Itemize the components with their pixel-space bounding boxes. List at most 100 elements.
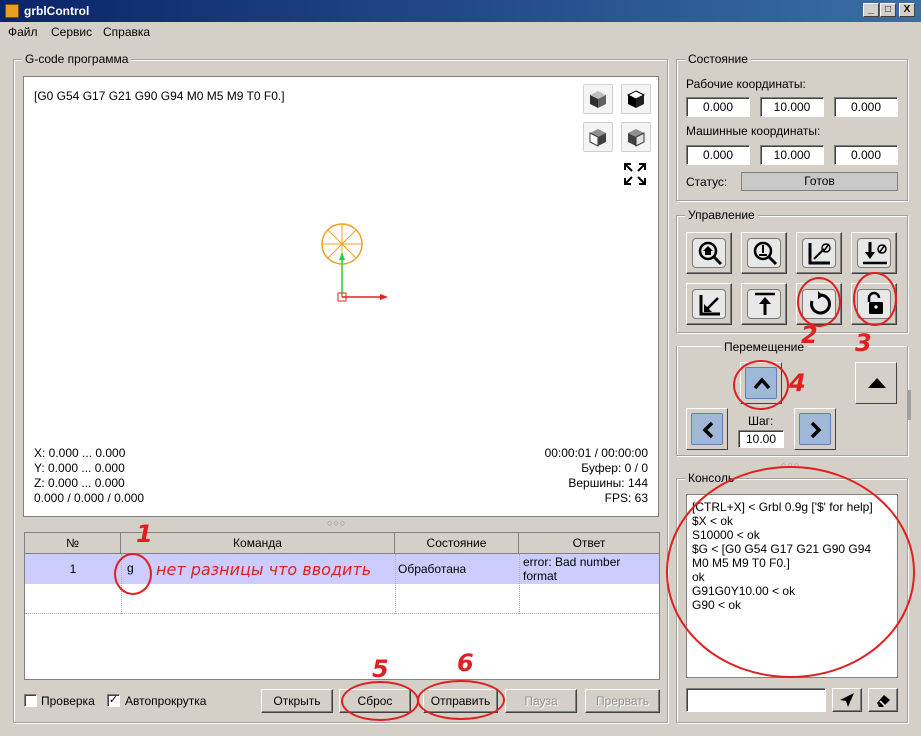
zero-xy-icon [808, 243, 831, 265]
abort-button[interactable]: Прервать [585, 689, 660, 713]
state-group-title: Состояние [685, 52, 751, 66]
console-line: [CTRL+X] < Grbl 0.9g ['$' for help] [692, 500, 873, 514]
unlock-button[interactable] [851, 283, 897, 325]
col-divider [519, 554, 520, 614]
row-state: Обработана [398, 562, 467, 576]
eraser-icon [877, 695, 890, 707]
row-num: 1 [69, 562, 77, 576]
fps-readout: FPS: 63 [604, 491, 648, 505]
work-y-field: 10.000 [760, 97, 824, 117]
col-header-answer[interactable]: Ответ [519, 533, 659, 554]
col-header-num[interactable]: № [25, 533, 121, 554]
col-header-state[interactable]: Состояние [395, 533, 519, 554]
annotation-text: нет разницы что вводить [156, 560, 372, 579]
splitter-handle-right[interactable]: ○○○ [781, 460, 800, 470]
coord-z-range: Z: 0.000 ... 0.000 [34, 476, 125, 490]
zprobe-magnifier-icon [753, 241, 778, 266]
app-icon [5, 4, 19, 18]
row-command: g [127, 561, 134, 575]
coord-y-range: Y: 0.000 ... 0.000 [34, 461, 125, 475]
col-divider [121, 554, 122, 614]
machine-y-field: 10.000 [760, 145, 824, 165]
tool-axes-drawing [321, 223, 388, 302]
row-answer: error: Bad number format [523, 555, 621, 583]
menu-file[interactable]: Файл [8, 25, 38, 39]
coord-size: 0.000 / 0.000 / 0.000 [34, 491, 145, 505]
col-divider [395, 554, 396, 614]
annotation-num-6: 6 [457, 649, 474, 677]
annotation-num-5: 5 [372, 655, 389, 683]
console-line: G90 < ok [692, 598, 742, 612]
gcode-table: № Команда Состояние Ответ 1 g Обработана… [24, 532, 660, 680]
chevron-right-icon [810, 421, 822, 439]
jog-x-plus-button[interactable] [794, 408, 836, 450]
autoscroll-checkbox[interactable]: ✓ [107, 694, 120, 707]
command-input[interactable] [686, 688, 826, 712]
minimize-button[interactable]: _ [863, 3, 879, 17]
maximize-button[interactable]: □ [880, 3, 896, 17]
check-mode-checkbox[interactable] [24, 694, 37, 707]
machine-z-field: 0.000 [834, 145, 898, 165]
home-button[interactable] [686, 232, 732, 274]
chevron-left-icon [702, 421, 714, 439]
triangle-up-icon [868, 378, 886, 388]
check-mode-label: Проверка [41, 694, 95, 708]
pause-button[interactable]: Пауза [505, 689, 577, 713]
machine-x-field: 0.000 [686, 145, 750, 165]
annotation-num-2: 2 [801, 321, 818, 349]
menu-help[interactable]: Справка [103, 25, 150, 39]
work-x-field: 0.000 [686, 97, 750, 117]
work-z-field: 0.000 [834, 97, 898, 117]
jog-y-plus-button[interactable] [740, 362, 782, 404]
console-output[interactable]: [CTRL+X] < Grbl 0.9g ['$' for help] $X <… [686, 494, 898, 678]
view-left-button[interactable] [621, 122, 651, 152]
console-line: G91G0Y10.00 < ok [692, 584, 796, 598]
row-divider [25, 613, 659, 614]
return-xy-button[interactable] [686, 283, 732, 325]
clear-console-button[interactable] [868, 688, 898, 712]
splitter-handle[interactable]: ○○○ [327, 518, 346, 528]
open-button[interactable]: Открыть [261, 689, 333, 713]
view-iso-button[interactable] [583, 84, 613, 114]
step-field[interactable]: 10.00 [738, 430, 784, 448]
zero-z-button[interactable] [851, 232, 897, 274]
status-label: Статус: [686, 175, 728, 189]
col-header-command[interactable]: Команда [121, 533, 395, 554]
unlock-icon [867, 291, 883, 314]
gcode-viewport[interactable]: [G0 G54 G17 G21 G90 G94 M0 M5 M9 T0 F0.]… [23, 76, 659, 517]
send-button[interactable]: Отправить [423, 689, 498, 713]
restore-button[interactable] [796, 283, 842, 325]
console-line: $G < [G0 G54 G17 G21 G90 G94 [692, 542, 872, 556]
view-front-button[interactable] [583, 122, 613, 152]
work-coords-label: Рабочие координаты: [686, 77, 806, 91]
console-line: S10000 < ok [692, 528, 760, 542]
reset-button[interactable]: Сброс [339, 689, 411, 713]
vertices-readout: Вершины: 144 [568, 476, 648, 490]
machine-coords-label: Машинные координаты: [686, 124, 821, 138]
fit-view-button[interactable] [621, 160, 651, 190]
view-top-button[interactable] [621, 84, 651, 114]
zero-xy-button[interactable] [796, 232, 842, 274]
gcode-group-title: G-code программа [22, 52, 132, 66]
jog-scrollbar[interactable] [908, 390, 911, 420]
home-magnifier-icon [698, 241, 723, 266]
safe-z-button[interactable] [741, 283, 787, 325]
jog-z-plus-button[interactable] [855, 362, 897, 404]
menu-service[interactable]: Сервис [51, 25, 92, 39]
send-command-button[interactable] [832, 688, 862, 712]
cube-left-icon [628, 129, 645, 147]
buffer-readout: Буфер: 0 / 0 [581, 461, 648, 475]
chevron-up-icon [753, 377, 771, 390]
z-probe-button[interactable] [741, 232, 787, 274]
console-line: ok [692, 570, 705, 584]
annotation-num-1: 1 [136, 520, 153, 548]
return-xy-icon [699, 295, 720, 316]
safe-z-icon [755, 292, 775, 315]
restore-icon [810, 291, 831, 315]
step-label: Шаг: [748, 414, 774, 428]
status-value: Готов [741, 172, 898, 191]
jog-group-title: Перемещение [721, 340, 807, 354]
close-button[interactable]: X [899, 3, 915, 17]
annotation-num-4: 4 [789, 369, 806, 397]
jog-x-minus-button[interactable] [686, 408, 728, 450]
